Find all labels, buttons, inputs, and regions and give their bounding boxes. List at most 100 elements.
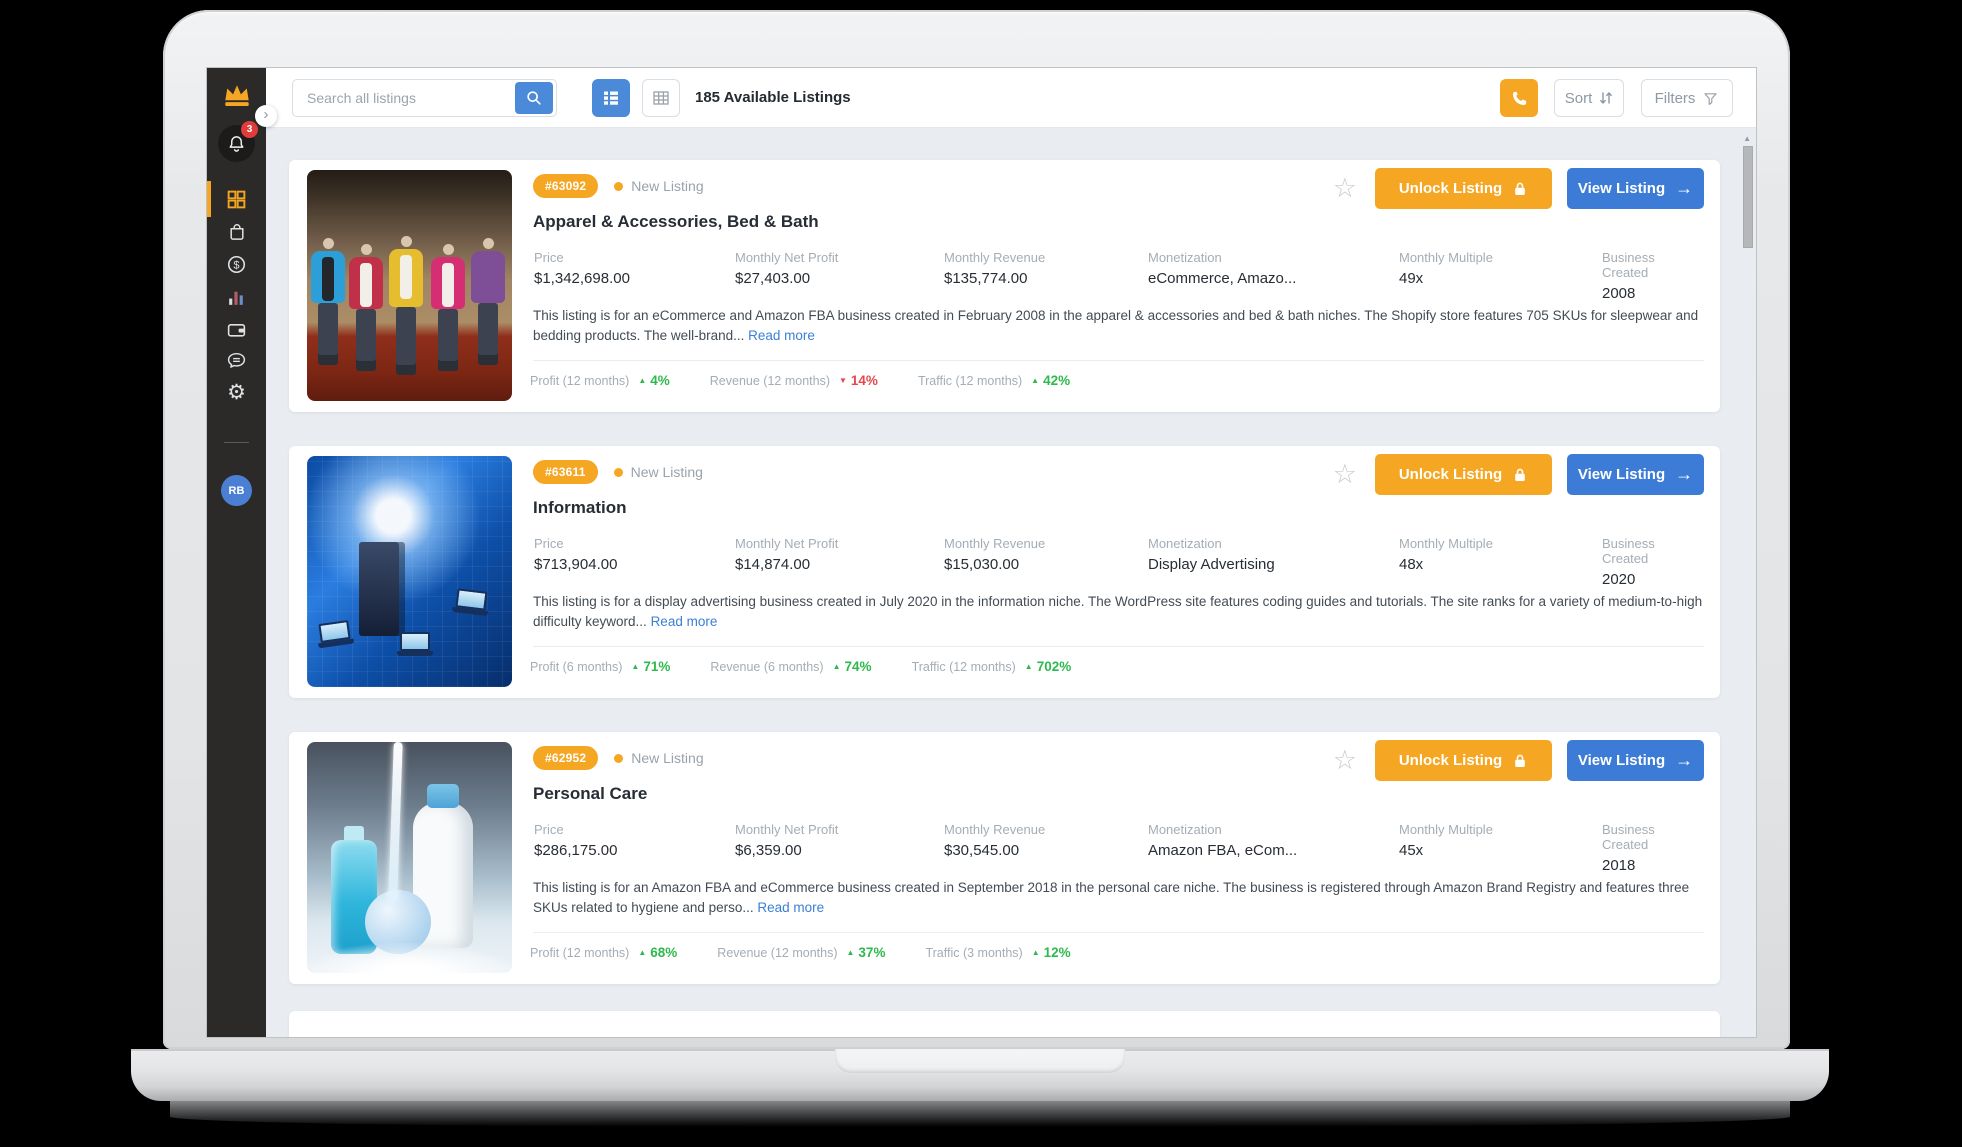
card-divider [533, 360, 1704, 361]
filters-button[interactable]: Filters [1641, 79, 1733, 117]
search-box [292, 79, 557, 117]
stat-value-monetization: Amazon FBA, eCom... [1148, 842, 1297, 859]
status-dot [614, 182, 623, 191]
status-label: New Listing [631, 750, 703, 766]
listing-title: Apparel & Accessories, Bed & Bath [533, 212, 819, 232]
listing-photo-information [307, 456, 512, 687]
listing-photo-personal-care [307, 742, 512, 973]
trend-up-icon [1031, 376, 1039, 385]
unlock-listing-button[interactable]: Unlock Listing [1375, 454, 1552, 495]
stat-value-created: 2018 [1602, 857, 1704, 874]
filters-label: Filters [1655, 90, 1696, 107]
read-more-link[interactable]: Read more [748, 328, 815, 343]
listing-id-badge: #63611 [533, 460, 598, 484]
trend-up-icon [847, 948, 855, 957]
read-more-link[interactable]: Read more [651, 614, 718, 629]
dollar-circle-icon: $ [226, 254, 247, 275]
sidebar-item-analytics[interactable] [207, 281, 266, 313]
funnel-icon [1702, 90, 1719, 107]
table-icon [651, 88, 671, 108]
view-listing-button[interactable]: View Listing → [1567, 454, 1704, 495]
stat-label: Business Created [1602, 822, 1704, 852]
metric-value: 12% [1044, 945, 1071, 960]
notifications-bell-button[interactable]: 3 [218, 125, 255, 162]
sort-arrows-icon [1599, 90, 1613, 106]
bell-icon [227, 134, 246, 153]
metric-label: Traffic (3 months) [925, 946, 1022, 960]
sidebar-item-messages[interactable] [207, 344, 266, 376]
sidebar: 3 $ [207, 68, 266, 1037]
stat-label: Monthly Multiple [1399, 250, 1493, 265]
stat-value-multiple: 49x [1399, 270, 1493, 287]
stat-value-created: 2008 [1602, 285, 1704, 302]
stat-label: Price [534, 536, 617, 551]
arrow-right-icon: → [1675, 178, 1693, 199]
wallet-icon [226, 319, 247, 340]
grid-view-toggle[interactable] [592, 79, 630, 117]
sidebar-item-payments[interactable]: $ [207, 248, 266, 280]
search-input[interactable] [293, 90, 515, 106]
metric-value: 42% [1043, 373, 1070, 388]
sidebar-item-wallet[interactable] [207, 313, 266, 345]
stat-label: Monthly Net Profit [735, 250, 838, 265]
listing-id-badge: #63092 [533, 174, 598, 198]
trend-up-icon [631, 662, 639, 671]
available-listings-count: 185 Available Listings [695, 68, 851, 128]
phone-icon [1510, 89, 1529, 108]
gear-icon: ⚙ [227, 382, 246, 403]
stat-value-monetization: Display Advertising [1148, 556, 1275, 573]
listings-panel: #63092 New Listing Apparel & Accessories… [266, 128, 1756, 1037]
listing-description: This listing is for an eCommerce and Ama… [533, 308, 1698, 343]
stat-label: Monthly Revenue [944, 822, 1045, 837]
favorite-star-icon[interactable]: ☆ [1333, 747, 1357, 774]
favorite-star-icon[interactable]: ☆ [1333, 461, 1357, 488]
sort-label: Sort [1565, 90, 1593, 107]
unlock-listing-button[interactable]: Unlock Listing [1375, 168, 1552, 209]
laptop-notch [835, 1049, 1125, 1073]
lock-icon [1512, 753, 1528, 769]
stat-value-revenue: $135,774.00 [944, 270, 1045, 287]
stat-value-net-profit: $27,403.00 [735, 270, 838, 287]
view-listing-button[interactable]: View Listing → [1567, 168, 1704, 209]
lock-icon [1512, 467, 1528, 483]
stat-label: Monthly Multiple [1399, 536, 1493, 551]
trend-up-icon [638, 948, 646, 957]
view-listing-button[interactable]: View Listing → [1567, 740, 1704, 781]
user-avatar[interactable]: RB [221, 475, 252, 506]
metric-value: 71% [643, 659, 670, 674]
stat-value-multiple: 48x [1399, 556, 1493, 573]
trend-up-icon [833, 662, 841, 671]
stat-value-price: $1,342,698.00 [534, 270, 630, 287]
stat-label: Monthly Revenue [944, 536, 1045, 551]
sidebar-expand-button[interactable]: › [255, 105, 277, 127]
metric-value: 74% [845, 659, 872, 674]
stat-value-revenue: $15,030.00 [944, 556, 1045, 573]
metric-label: Traffic (12 months) [912, 660, 1016, 674]
stat-value-monetization: eCommerce, Amazo... [1148, 270, 1296, 287]
read-more-link[interactable]: Read more [757, 900, 824, 915]
stat-label: Price [534, 822, 617, 837]
scrollbar-thumb[interactable] [1743, 146, 1753, 248]
metric-value: 14% [851, 373, 878, 388]
stat-value-price: $713,904.00 [534, 556, 617, 573]
laptop-shadow [170, 1101, 1790, 1127]
card-divider [533, 932, 1704, 933]
search-button[interactable] [515, 82, 553, 114]
metric-value: 37% [858, 945, 885, 960]
scroll-up-arrow[interactable]: ▲ [1743, 134, 1751, 143]
stat-label: Monetization [1148, 250, 1296, 265]
favorite-star-icon[interactable]: ☆ [1333, 175, 1357, 202]
stat-label: Monthly Net Profit [735, 536, 838, 551]
table-view-toggle[interactable] [642, 79, 680, 117]
stat-label: Monthly Multiple [1399, 822, 1493, 837]
unlock-listing-button[interactable]: Unlock Listing [1375, 740, 1552, 781]
status-dot [614, 754, 623, 763]
sidebar-item-marketplace[interactable] [207, 216, 266, 248]
sidebar-item-settings[interactable]: ⚙ [207, 376, 266, 408]
listing-card: #62952 New Listing Personal Care Price$2… [289, 732, 1720, 984]
sidebar-item-dashboard[interactable] [207, 183, 266, 215]
sort-button[interactable]: Sort [1554, 79, 1624, 117]
contact-phone-button[interactable] [1500, 79, 1538, 117]
crown-logo-icon[interactable] [222, 82, 252, 108]
metric-label: Profit (12 months) [530, 374, 629, 388]
